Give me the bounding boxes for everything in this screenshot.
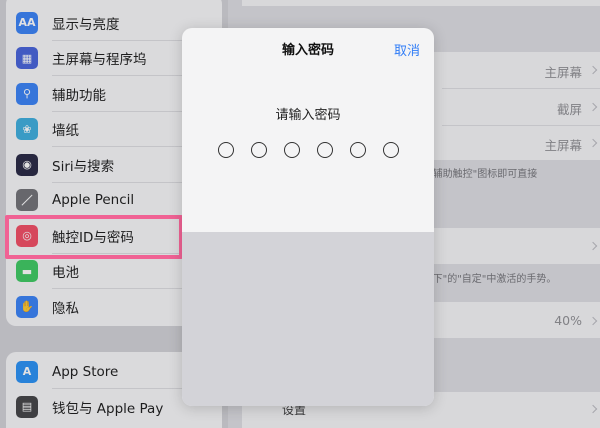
passcode-dot bbox=[250, 142, 267, 158]
passcode-dot bbox=[316, 142, 333, 158]
passcode-dot bbox=[382, 142, 399, 158]
passcode-modal: 输入密码 取消 请输入密码 bbox=[182, 28, 434, 406]
passcode-dot bbox=[349, 142, 366, 158]
passcode-dot bbox=[283, 142, 300, 158]
touch-id-highlight-box bbox=[5, 215, 183, 259]
keypad-area[interactable] bbox=[182, 232, 434, 406]
passcode-dot bbox=[217, 142, 234, 158]
cancel-button[interactable]: 取消 bbox=[394, 40, 420, 59]
passcode-prompt: 请输入密码 bbox=[275, 108, 341, 123]
modal-title: 输入密码 bbox=[281, 42, 334, 58]
passcode-dots bbox=[182, 142, 434, 158]
